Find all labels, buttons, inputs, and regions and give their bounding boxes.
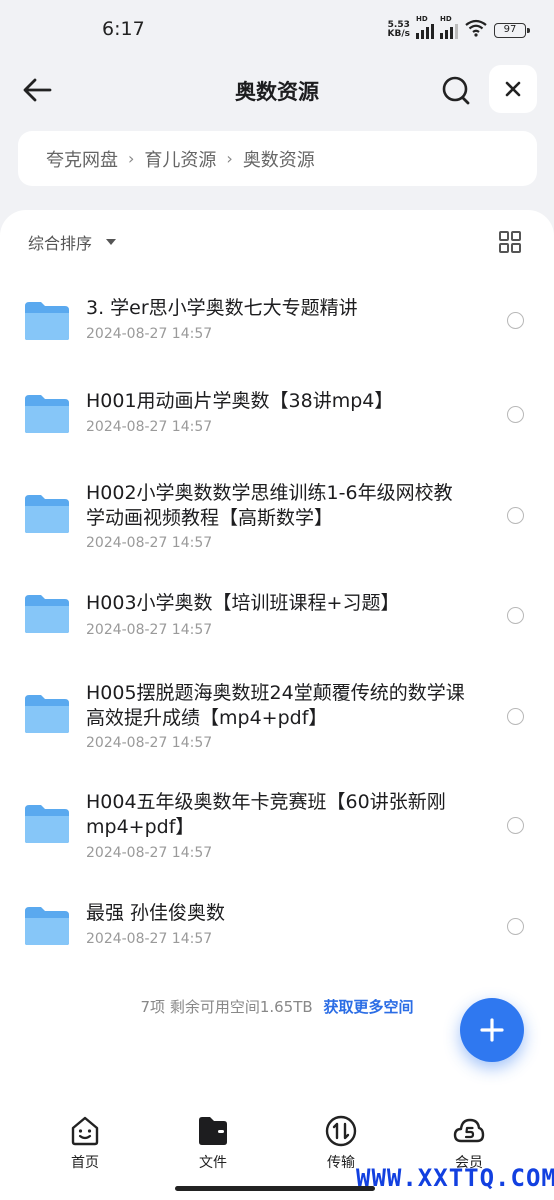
file-date: 2024-08-27 14:57 <box>86 622 213 638</box>
list-item[interactable]: 最强 孙佳俊奥数 2024-08-27 14:57 <box>0 895 554 975</box>
chevron-right-icon: › <box>128 149 135 168</box>
member-icon <box>453 1118 485 1143</box>
list-item[interactable]: H004五年级奥数年卡竞赛班【60讲张新刚mp4+pdf】 2024-08-27… <box>0 785 554 885</box>
net-speed: 5.53 KB/s <box>388 21 410 39</box>
hd-label: HD <box>416 15 428 23</box>
add-button[interactable] <box>460 998 524 1062</box>
caret-down-icon <box>106 239 117 245</box>
storage-summary-text: 7项 剩余可用空间1.65TB <box>140 998 313 1016</box>
list-item[interactable]: H002小学奥数数学思维训练1-6年级网校教学动画视频教程【高斯数学】 2024… <box>0 475 554 575</box>
sort-dropdown[interactable]: 综合排序 <box>28 230 117 254</box>
plus-icon <box>480 1018 504 1042</box>
list-item[interactable]: H005摆脱题海奥数班24堂颠覆传统的数学课高效提升成绩【mp4+pdf】 20… <box>0 675 554 775</box>
select-radio[interactable] <box>507 918 524 935</box>
breadcrumb: 夸克网盘 › 育儿资源 › 奥数资源 <box>18 131 537 186</box>
file-name: 最强 孙佳俊奥数 <box>86 902 226 924</box>
close-icon <box>505 81 521 97</box>
status-icons: 5.53 KB/s HD HD 97 <box>388 15 530 42</box>
grid-view-button[interactable] <box>498 230 522 254</box>
file-date: 2024-08-27 14:57 <box>86 419 213 435</box>
breadcrumb-item-root[interactable]: 夸克网盘 <box>46 146 118 172</box>
get-more-space-link[interactable]: 获取更多空间 <box>323 998 413 1016</box>
list-item[interactable]: H003小学奥数【培训班课程+习题】 2024-08-27 14:57 <box>0 585 554 665</box>
breadcrumb-item-current[interactable]: 奥数资源 <box>243 146 315 172</box>
grid-view-icon <box>499 231 521 253</box>
list-item[interactable]: H001用动画片学奥数【38讲mp4】 2024-08-27 14:57 <box>0 375 554 455</box>
file-date: 2024-08-27 14:57 <box>86 845 213 861</box>
folder-icon <box>25 395 69 433</box>
folder-file-icon <box>199 1117 227 1145</box>
tab-files[interactable]: 文件 <box>173 1114 253 1172</box>
net-speed-unit: KB/s <box>387 29 410 39</box>
tab-files-label: 文件 <box>199 1155 227 1171</box>
search-button[interactable] <box>436 71 476 111</box>
tab-home[interactable]: 首页 <box>45 1114 125 1172</box>
folder-icon <box>25 695 69 733</box>
search-icon <box>442 76 470 105</box>
file-name: 3. 学er思小学奥数七大专题精讲 <box>86 297 358 319</box>
file-date: 2024-08-27 14:57 <box>86 535 213 551</box>
signal-icon-2: HD <box>440 15 458 39</box>
signal-icon: HD <box>416 15 434 39</box>
hd-label-2: HD <box>440 15 452 23</box>
transfer-icon <box>325 1115 357 1147</box>
sort-label: 综合排序 <box>28 234 93 253</box>
file-name: H005摆脱题海奥数班24堂颠覆传统的数学课高效提升成绩【mp4+pdf】 <box>86 682 465 729</box>
battery-icon: 97 <box>494 22 530 38</box>
file-name: H001用动画片学奥数【38讲mp4】 <box>86 390 394 412</box>
select-radio[interactable] <box>507 708 524 725</box>
select-radio[interactable] <box>507 312 524 329</box>
file-date: 2024-08-27 14:57 <box>86 326 213 342</box>
file-date: 2024-08-27 14:57 <box>86 735 213 751</box>
folder-icon <box>25 495 69 533</box>
tab-home-label: 首页 <box>71 1155 99 1171</box>
file-name: H003小学奥数【培训班课程+习题】 <box>86 592 400 614</box>
home-face-icon <box>71 1116 99 1146</box>
select-radio[interactable] <box>507 507 524 524</box>
status-bar: 6:17 5.53 KB/s HD HD 97 <box>0 0 554 60</box>
folder-icon <box>25 302 69 340</box>
file-name: H002小学奥数数学思维训练1-6年级网校教学动画视频教程【高斯数学】 <box>86 482 453 529</box>
list-item[interactable]: 3. 学er思小学奥数七大专题精讲 2024-08-27 14:57 <box>0 280 554 360</box>
file-panel: 综合排序 3. 学er思小学奥数七大专题精讲 2024-08-27 14:57 … <box>0 210 554 1100</box>
top-bar: 奥数资源 <box>0 60 554 120</box>
file-name: H004五年级奥数年卡竞赛班【60讲张新刚mp4+pdf】 <box>86 791 446 838</box>
home-indicator <box>175 1186 375 1191</box>
wifi-icon <box>464 19 488 41</box>
breadcrumb-item-parent[interactable]: 育儿资源 <box>144 146 216 172</box>
select-radio[interactable] <box>507 817 524 834</box>
select-radio[interactable] <box>507 406 524 423</box>
close-button[interactable] <box>489 65 537 113</box>
select-radio[interactable] <box>507 607 524 624</box>
tab-transfer-label: 传输 <box>327 1155 355 1171</box>
file-date: 2024-08-27 14:57 <box>86 931 213 947</box>
status-time: 6:17 <box>102 18 145 40</box>
folder-icon <box>25 805 69 843</box>
watermark-text: WWW.XXTTQ.COM <box>356 1164 554 1192</box>
chevron-right-icon: › <box>226 149 233 168</box>
folder-icon <box>25 595 69 633</box>
folder-icon <box>25 907 69 945</box>
